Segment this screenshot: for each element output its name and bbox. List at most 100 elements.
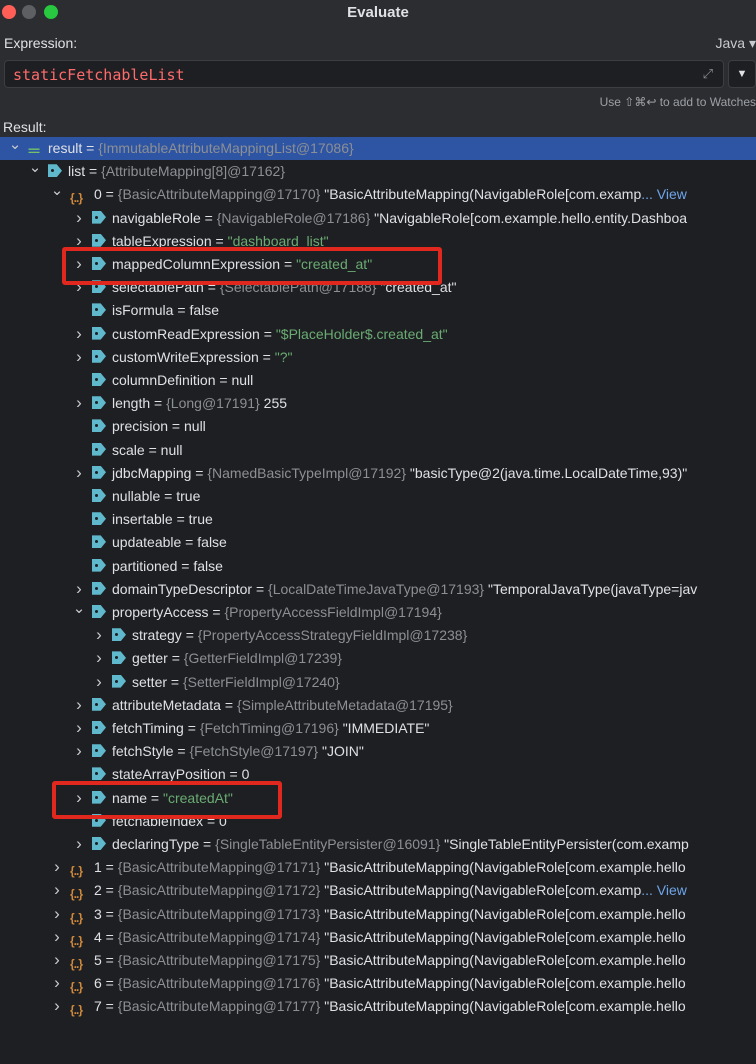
chevron-right-icon[interactable]: › [72, 322, 86, 345]
language-select[interactable]: Java ▾ [716, 35, 756, 52]
result-tree[interactable]: ⌄ = = result = {ImmutableAttributeMappingLi… [0, 137, 756, 1064]
chevron-right-icon[interactable]: › [72, 275, 86, 298]
chevron-right-icon[interactable]: › [50, 925, 64, 948]
field-name: partitioned [112, 557, 178, 574]
chevron-right-icon[interactable]: › [92, 670, 106, 693]
tree-row-text: getter = {GetterFieldImpl@17239} [132, 647, 342, 670]
tree-row[interactable]: › navigableRole = {NavigableRole@17186} "… [0, 207, 756, 230]
field-value: "createdAt" [163, 789, 233, 806]
chevron-right-icon[interactable]: › [72, 832, 86, 855]
chevron-right-icon[interactable]: › [72, 461, 86, 484]
field-name: customWriteExpression [112, 348, 259, 365]
field-tag-icon [92, 489, 106, 502]
chevron-right-icon[interactable]: › [72, 229, 86, 252]
tree-row[interactable]: precision = null [0, 415, 756, 438]
object-reference: {SingleTableEntityPersister@16091} [215, 836, 441, 852]
field-tag-icon [92, 210, 106, 224]
tree-row[interactable]: › domainTypeDescriptor = {LocalDateTimeJa… [0, 578, 756, 601]
equals-sign: = [101, 905, 118, 922]
tree-row[interactable]: › name = "createdAt" [0, 787, 756, 810]
tree-row[interactable]: › customWriteExpression = "?" [0, 346, 756, 369]
chevron-right-icon[interactable]: › [72, 716, 86, 739]
tree-row[interactable]: › {..} 3 = {BasicAttributeMapping@17173} "… [0, 903, 756, 926]
field-name: fetchStyle [112, 743, 174, 760]
tree-row[interactable]: › {..} 7 = {BasicAttributeMapping@17177} "… [0, 995, 756, 1018]
equals-sign: = [168, 418, 184, 435]
field-value: null [231, 372, 254, 388]
tree-row[interactable]: ⌄ {..} 0 = {BasicAttributeMapping@17170} "… [0, 182, 756, 206]
chevron-right-icon[interactable]: › [92, 646, 106, 669]
view-link[interactable]: ... View [641, 186, 687, 202]
tree-row[interactable]: isFormula = false [0, 299, 756, 322]
object-reference: {GetterFieldImpl@17239} [183, 650, 342, 667]
equals-sign: = [101, 975, 118, 992]
tree-row[interactable]: › tableExpression = "dashboard_list" [0, 230, 756, 253]
chevron-right-icon[interactable]: › [72, 391, 86, 414]
tree-row[interactable]: partitioned = false [0, 555, 756, 578]
chevron-right-icon[interactable]: › [72, 252, 86, 275]
chevron-down-icon[interactable]: ⌄ [72, 597, 86, 620]
expression-value: staticFetchableList [13, 66, 185, 84]
tree-row[interactable]: › customReadExpression = "$PlaceHolder$.c… [0, 323, 756, 346]
tree-row[interactable]: › setter = {SetterFieldImpl@17240} [0, 671, 756, 694]
tree-row-text: jdbcMapping = {NamedBasicTypeImpl@17192}… [112, 462, 687, 485]
field-value: false [189, 302, 220, 319]
tree-row[interactable]: › jdbcMapping = {NamedBasicTypeImpl@17192… [0, 462, 756, 485]
tree-row[interactable]: › fetchTiming = {FetchTiming@17196} "IMME… [0, 717, 756, 740]
tree-row[interactable]: › strategy = {PropertyAccessStrategyField… [0, 624, 756, 647]
tree-row[interactable]: fetchableIndex = 0 [0, 810, 756, 833]
tree-row-text: result = {ImmutableAttributeMappingList@… [48, 137, 354, 160]
tree-row[interactable]: › length = {Long@17191} 255 [0, 392, 756, 415]
chevron-right-icon[interactable]: › [50, 971, 64, 994]
chevron-right-icon[interactable]: › [50, 878, 64, 901]
chevron-down-icon[interactable]: ⌄ [8, 137, 22, 156]
chevron-right-icon[interactable]: › [72, 786, 86, 809]
tree-row[interactable]: › attributeMetadata = {SimpleAttributeMet… [0, 694, 756, 717]
tree-row[interactable]: scale = null [0, 439, 756, 462]
equals-sign: = [101, 882, 118, 899]
tree-row[interactable]: › {..} 4 = {BasicAttributeMapping@17174} "… [0, 926, 756, 949]
tree-row[interactable]: › {..} 1 = {BasicAttributeMapping@17171} "… [0, 856, 756, 879]
tree-row[interactable]: nullable = true [0, 485, 756, 508]
tree-row[interactable]: ⌄ propertyAccess = {PropertyAccessFieldIm… [0, 600, 756, 624]
tree-row[interactable]: › {..} 6 = {BasicAttributeMapping@17176} "… [0, 972, 756, 995]
view-link[interactable]: ... View [641, 882, 687, 898]
tree-row[interactable]: › getter = {GetterFieldImpl@17239} [0, 647, 756, 670]
tree-row[interactable]: › mappedColumnExpression = "created_at" [0, 253, 756, 276]
tree-row[interactable]: › {..} 2 = {BasicAttributeMapping@17172} "… [0, 879, 756, 902]
equals-sign: = [173, 302, 190, 319]
field-value: true [176, 488, 201, 504]
chevron-right-icon[interactable]: › [50, 855, 64, 878]
chevron-right-icon[interactable]: › [50, 994, 64, 1017]
chevron-right-icon[interactable]: › [92, 623, 106, 646]
chevron-right-icon[interactable]: › [72, 693, 86, 716]
tree-row[interactable]: columnDefinition = null [0, 369, 756, 392]
chevron-right-icon[interactable]: › [50, 948, 64, 971]
tree-row[interactable]: updateable = false [0, 531, 756, 554]
object-reference: {AttributeMapping[8]@17162} [101, 163, 285, 180]
chevron-down-icon[interactable]: ⌄ [50, 179, 64, 202]
chevron-right-icon[interactable]: › [72, 206, 86, 229]
field-tag-icon [92, 257, 106, 270]
tree-row-text: updateable = false [112, 531, 227, 554]
tree-row[interactable]: ⌄ == result = {ImmutableAttributeMappingLi… [0, 137, 756, 160]
equals-sign: = [191, 464, 208, 481]
chevron-right-icon[interactable]: › [72, 345, 86, 368]
object-reference: {BasicAttributeMapping@17176} [117, 975, 321, 992]
chevron-right-icon[interactable]: › [50, 902, 64, 925]
chevron-right-icon[interactable]: › [72, 739, 86, 762]
tree-row[interactable]: stateArrayPosition = 0 [0, 763, 756, 786]
tree-row[interactable]: › declaringType = {SingleTableEntityPersi… [0, 833, 756, 856]
expand-icon[interactable]: ⤢ [703, 66, 713, 82]
tree-row[interactable]: › selectablePath = {SelectablePath@17188}… [0, 276, 756, 299]
tree-row[interactable]: › fetchStyle = {FetchStyle@17197} "JOIN" [0, 740, 756, 763]
tree-row[interactable]: insertable = true [0, 508, 756, 531]
tree-row[interactable]: › {..} 5 = {BasicAttributeMapping@17175} "… [0, 949, 756, 972]
chevron-down-icon[interactable]: ⌄ [28, 156, 42, 179]
tree-row-text: fetchStyle = {FetchStyle@17197} "JOIN" [112, 740, 364, 763]
field-name: navigableRole [112, 209, 201, 226]
history-dropdown-button[interactable]: ▼ [728, 60, 756, 88]
tree-row[interactable]: ⌄ list = {AttributeMapping[8]@17162} [0, 159, 756, 183]
expression-input[interactable]: staticFetchableList ⤢ [4, 60, 724, 88]
equals-sign: = [101, 928, 118, 945]
